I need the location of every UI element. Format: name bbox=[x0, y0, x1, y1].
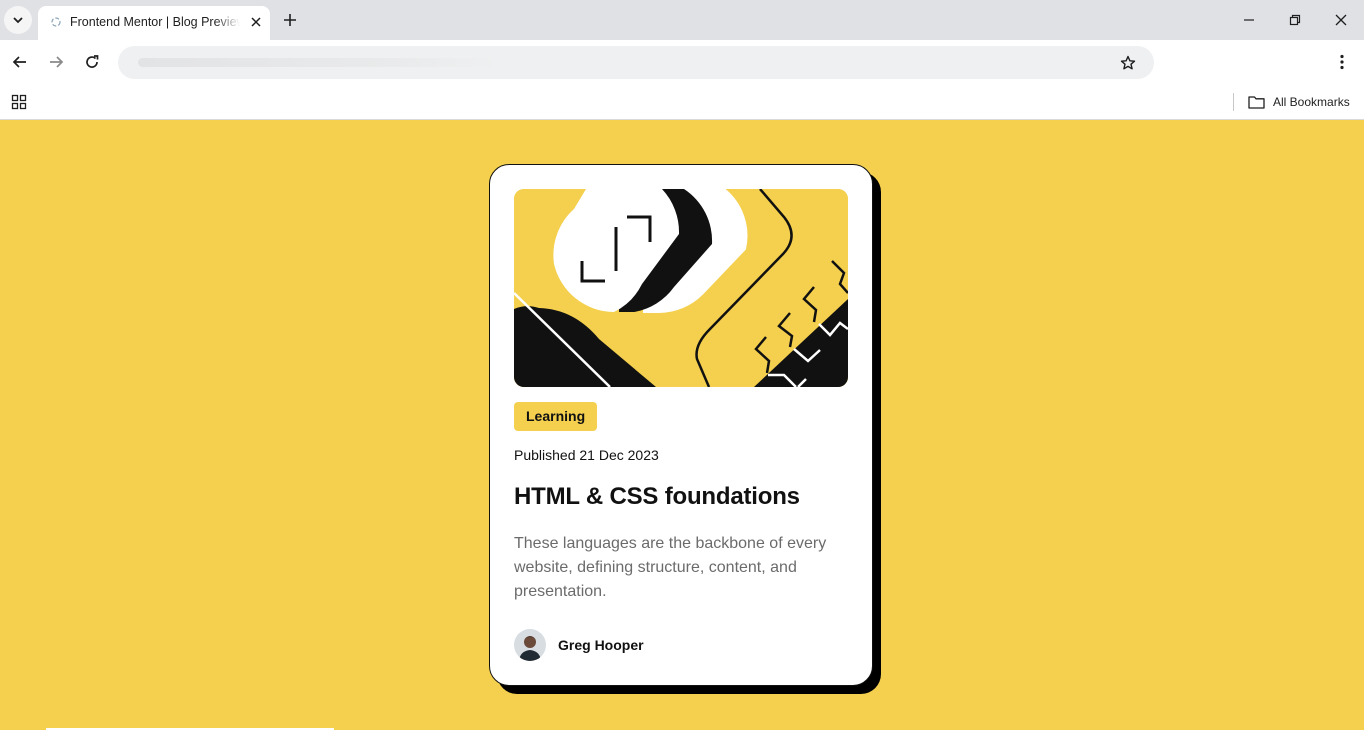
reload-button[interactable] bbox=[78, 48, 106, 76]
card-description: These languages are the backbone of ever… bbox=[514, 535, 827, 600]
favicon-icon bbox=[51, 17, 61, 27]
restore-icon bbox=[1289, 14, 1301, 26]
back-arrow-icon bbox=[12, 56, 26, 68]
category-tag: Learning bbox=[514, 402, 598, 431]
new-tab-button[interactable] bbox=[279, 9, 301, 31]
all-bookmarks-button[interactable]: All Bookmarks bbox=[1248, 89, 1350, 115]
illustration-artwork bbox=[514, 189, 848, 387]
close-tab-button[interactable] bbox=[246, 12, 266, 32]
blog-preview-card[interactable]: Learning Published 21 Dec 2023 HTML & CS… bbox=[489, 164, 873, 686]
card-title[interactable]: HTML & CSS foundations bbox=[514, 483, 800, 511]
apps-grid-icon bbox=[11, 94, 27, 110]
close-icon bbox=[1335, 14, 1347, 26]
blog-illustration bbox=[514, 189, 848, 387]
tab-strip: Frontend Mentor | Blog Preview Card bbox=[0, 0, 1364, 40]
folder-icon bbox=[1248, 96, 1265, 109]
tab-title: Frontend Mentor | Blog Preview Card bbox=[70, 15, 240, 29]
forward-button[interactable] bbox=[42, 48, 70, 76]
browser-tab[interactable]: Frontend Mentor | Blog Preview Card bbox=[38, 6, 270, 40]
close-icon bbox=[251, 17, 261, 27]
close-window-button[interactable] bbox=[1318, 0, 1364, 40]
avatar bbox=[514, 629, 546, 661]
bookmark-star-button[interactable] bbox=[1114, 49, 1142, 77]
browser-menu-button[interactable] bbox=[1328, 48, 1356, 76]
forward-arrow-icon bbox=[50, 56, 64, 68]
minimize-button[interactable] bbox=[1226, 0, 1272, 40]
tab-search-button[interactable] bbox=[4, 6, 32, 34]
minimize-icon bbox=[1244, 19, 1254, 21]
bookmarks-bar: All Bookmarks bbox=[0, 85, 1364, 120]
avatar-image bbox=[514, 629, 546, 661]
reload-icon bbox=[86, 55, 99, 68]
published-date: Published 21 Dec 2023 bbox=[514, 447, 659, 463]
author-info: Greg Hooper bbox=[514, 629, 644, 661]
address-text-obscured bbox=[138, 58, 498, 67]
page-viewport: Learning Published 21 Dec 2023 HTML & CS… bbox=[0, 121, 1364, 730]
restore-button[interactable] bbox=[1272, 0, 1318, 40]
kebab-menu-icon bbox=[1340, 54, 1344, 70]
all-bookmarks-label: All Bookmarks bbox=[1273, 95, 1350, 109]
address-bar[interactable] bbox=[118, 46, 1154, 79]
author-name: Greg Hooper bbox=[558, 637, 644, 653]
plus-icon bbox=[284, 14, 296, 26]
apps-button[interactable] bbox=[6, 89, 32, 115]
chevron-down-icon bbox=[13, 17, 23, 24]
back-button[interactable] bbox=[6, 48, 34, 76]
bookmarks-divider bbox=[1233, 93, 1234, 111]
star-icon bbox=[1120, 55, 1136, 70]
browser-toolbar bbox=[0, 40, 1364, 85]
